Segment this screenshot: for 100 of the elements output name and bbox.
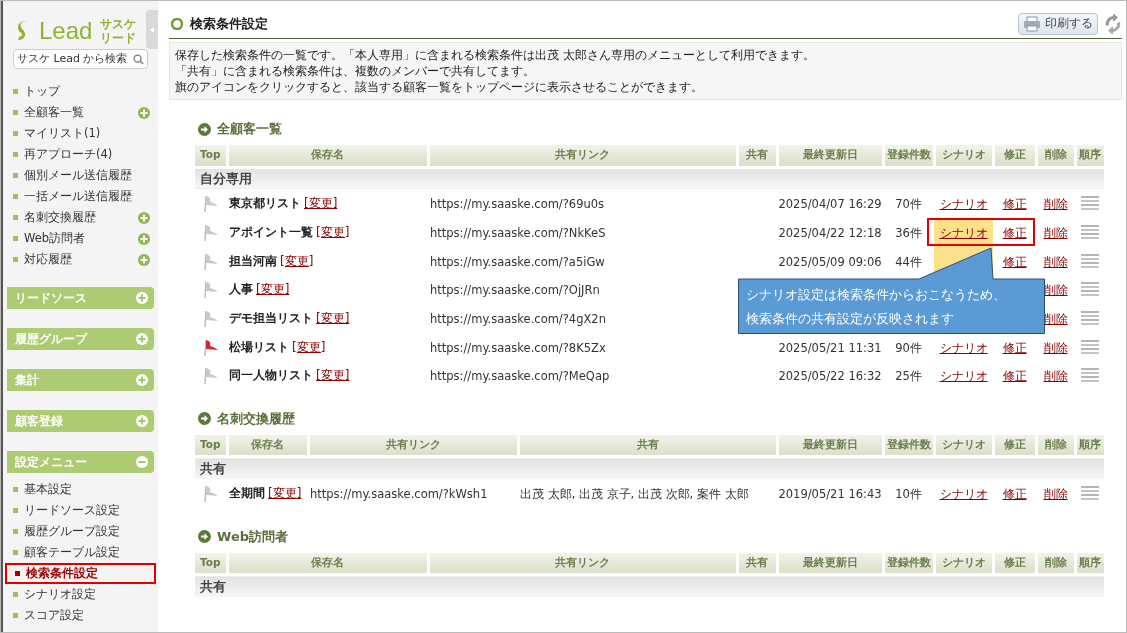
column-header: 登録件数 bbox=[883, 552, 934, 575]
nav-link[interactable]: 基本設定 bbox=[24, 480, 72, 499]
plus-circle-icon[interactable] bbox=[138, 232, 150, 245]
change-link[interactable]: [変更] bbox=[304, 194, 338, 213]
saved-name: 全期間 bbox=[229, 485, 265, 503]
drag-handle-icon[interactable] bbox=[1080, 339, 1099, 354]
delete-link[interactable]: 削除 bbox=[1043, 369, 1068, 384]
saved-name: 松場リスト bbox=[229, 338, 289, 356]
description-text: 保存した検索条件の一覧です。「本人専用」に含まれる検索条件は出茂 太郎さん専用のメニューとして利用できます。 bbox=[175, 47, 816, 63]
change-link[interactable]: [変更] bbox=[292, 337, 326, 356]
scenario-link[interactable]: シナリオ bbox=[939, 340, 988, 355]
modify-link[interactable]: 修正 bbox=[1002, 197, 1027, 212]
nav-link[interactable]: 履歴グループ設定 bbox=[24, 522, 120, 541]
print-button[interactable]: 印刷する bbox=[1018, 13, 1098, 35]
column-header: 修正 bbox=[993, 145, 1036, 167]
share-url: https://my.saaske.com/?NkKeS bbox=[430, 226, 606, 241]
bullet-icon bbox=[13, 592, 18, 597]
search-field[interactable]: サスケ Lead から検索 bbox=[13, 49, 148, 69]
modify-link[interactable]: 修正 bbox=[1002, 226, 1027, 241]
nav-link[interactable]: シナリオ設定 bbox=[24, 585, 96, 604]
drag-handle-icon[interactable] bbox=[1080, 486, 1099, 501]
delete-link[interactable]: 削除 bbox=[1043, 487, 1068, 502]
bullet-icon bbox=[13, 131, 18, 136]
change-link[interactable]: [変更] bbox=[256, 280, 290, 299]
column-header: シナリオ bbox=[934, 145, 993, 167]
nav-link[interactable]: 一括メール送信履歴 bbox=[24, 187, 150, 206]
nav-link[interactable]: トップ bbox=[24, 82, 150, 101]
delete-link[interactable]: 削除 bbox=[1043, 312, 1068, 327]
column-header: 順序 bbox=[1075, 552, 1104, 575]
nav-link[interactable]: 再アプローチ(4) bbox=[24, 145, 150, 164]
scenario-link[interactable]: シナリオ bbox=[939, 226, 988, 241]
drag-handle-icon[interactable] bbox=[1080, 253, 1099, 268]
delete-link[interactable]: 削除 bbox=[1043, 226, 1068, 241]
bullet-icon bbox=[13, 194, 18, 199]
record-count: 36件 bbox=[895, 226, 922, 241]
delete-link[interactable]: 削除 bbox=[1043, 254, 1068, 269]
section-title: 設定メニュー bbox=[15, 454, 87, 471]
column-header: 保存名 bbox=[227, 552, 428, 575]
change-link[interactable]: [変更] bbox=[316, 223, 350, 242]
plus-circle-icon[interactable] bbox=[138, 253, 150, 266]
drag-handle-icon[interactable] bbox=[1080, 196, 1099, 211]
drag-handle-icon[interactable] bbox=[1080, 282, 1099, 297]
group-row: 自分専用 bbox=[195, 167, 1104, 189]
nav-link[interactable]: 名刺交換履歴 bbox=[24, 208, 132, 227]
plus-circle-icon[interactable] bbox=[136, 374, 148, 386]
record-count: 44件 bbox=[895, 254, 922, 269]
column-header: 共有 bbox=[737, 145, 777, 167]
column-header: 削除 bbox=[1036, 552, 1075, 575]
record-count: 10件 bbox=[895, 487, 922, 502]
share-url: https://my.saaske.com/?kWsh1 bbox=[310, 487, 488, 502]
nav-link[interactable]: スコア設定 bbox=[24, 606, 84, 625]
updated-date: 2025/04/07 16:29 bbox=[778, 197, 882, 212]
minus-circle-icon[interactable] bbox=[136, 456, 148, 468]
modify-link[interactable]: 修正 bbox=[1002, 487, 1027, 502]
modify-link[interactable]: 修正 bbox=[1002, 369, 1027, 384]
search-icon[interactable] bbox=[133, 53, 144, 65]
bullet-icon bbox=[15, 571, 20, 576]
column-header: 修正 bbox=[993, 434, 1036, 457]
modify-link[interactable]: 修正 bbox=[1002, 340, 1027, 355]
nav-link[interactable]: 顧客テーブル設定 bbox=[24, 543, 120, 562]
change-link[interactable]: [変更] bbox=[280, 251, 314, 270]
column-header: 保存名 bbox=[227, 434, 308, 457]
selected-nav-item[interactable]: 検索条件設定 bbox=[5, 563, 156, 584]
delete-link[interactable]: 削除 bbox=[1043, 340, 1068, 355]
nav-link[interactable]: 検索条件設定 bbox=[26, 564, 98, 583]
change-link[interactable]: [変更] bbox=[316, 366, 350, 385]
logo-subtext: サスケ bbox=[100, 17, 137, 31]
saved-name: 東京都リスト bbox=[229, 195, 301, 213]
change-link[interactable]: [変更] bbox=[268, 484, 302, 503]
plus-circle-icon[interactable] bbox=[136, 333, 148, 345]
plus-circle-icon[interactable] bbox=[136, 415, 148, 427]
bullet-icon bbox=[13, 508, 18, 513]
scenario-link[interactable]: シナリオ bbox=[939, 197, 988, 212]
drag-handle-icon[interactable] bbox=[1080, 311, 1099, 326]
saved-name: 人事 bbox=[229, 281, 253, 299]
delete-link[interactable]: 削除 bbox=[1043, 283, 1068, 298]
drag-handle-icon[interactable] bbox=[1080, 225, 1099, 240]
nav-link[interactable]: 全顧客一覧 bbox=[24, 103, 132, 122]
bullet-icon bbox=[13, 173, 18, 178]
scenario-link[interactable]: シナリオ bbox=[939, 487, 988, 502]
nav-link[interactable]: マイリスト(1) bbox=[24, 124, 150, 143]
scenario-link[interactable]: シナリオ bbox=[939, 369, 988, 384]
delete-link[interactable]: 削除 bbox=[1043, 197, 1068, 212]
drag-handle-icon[interactable] bbox=[1080, 368, 1099, 383]
nav-link[interactable]: Web訪問者 bbox=[24, 229, 132, 248]
change-link[interactable]: [変更] bbox=[316, 309, 350, 328]
refresh-icon[interactable] bbox=[1104, 14, 1122, 34]
nav-link[interactable]: 個別メール送信履歴 bbox=[24, 166, 150, 185]
share-url: https://my.saaske.com/?OjJRn bbox=[430, 283, 600, 298]
description-text: 旗のアイコンをクリックすると、該当する顧客一覧をトップページに表示させることができます。 bbox=[175, 79, 704, 95]
updated-date: 2025/05/22 16:32 bbox=[778, 369, 882, 384]
modify-link[interactable]: 修正 bbox=[1002, 254, 1027, 269]
nav-link[interactable]: 対応履歴 bbox=[24, 250, 132, 269]
bullet-icon bbox=[13, 550, 18, 555]
arrow-circle-icon bbox=[198, 530, 211, 543]
plus-circle-icon[interactable] bbox=[136, 292, 148, 304]
plus-circle-icon[interactable] bbox=[138, 211, 150, 224]
plus-circle-icon[interactable] bbox=[138, 106, 150, 119]
section-heading: Web訪問者 bbox=[217, 527, 288, 546]
nav-link[interactable]: リードソース設定 bbox=[24, 501, 120, 520]
